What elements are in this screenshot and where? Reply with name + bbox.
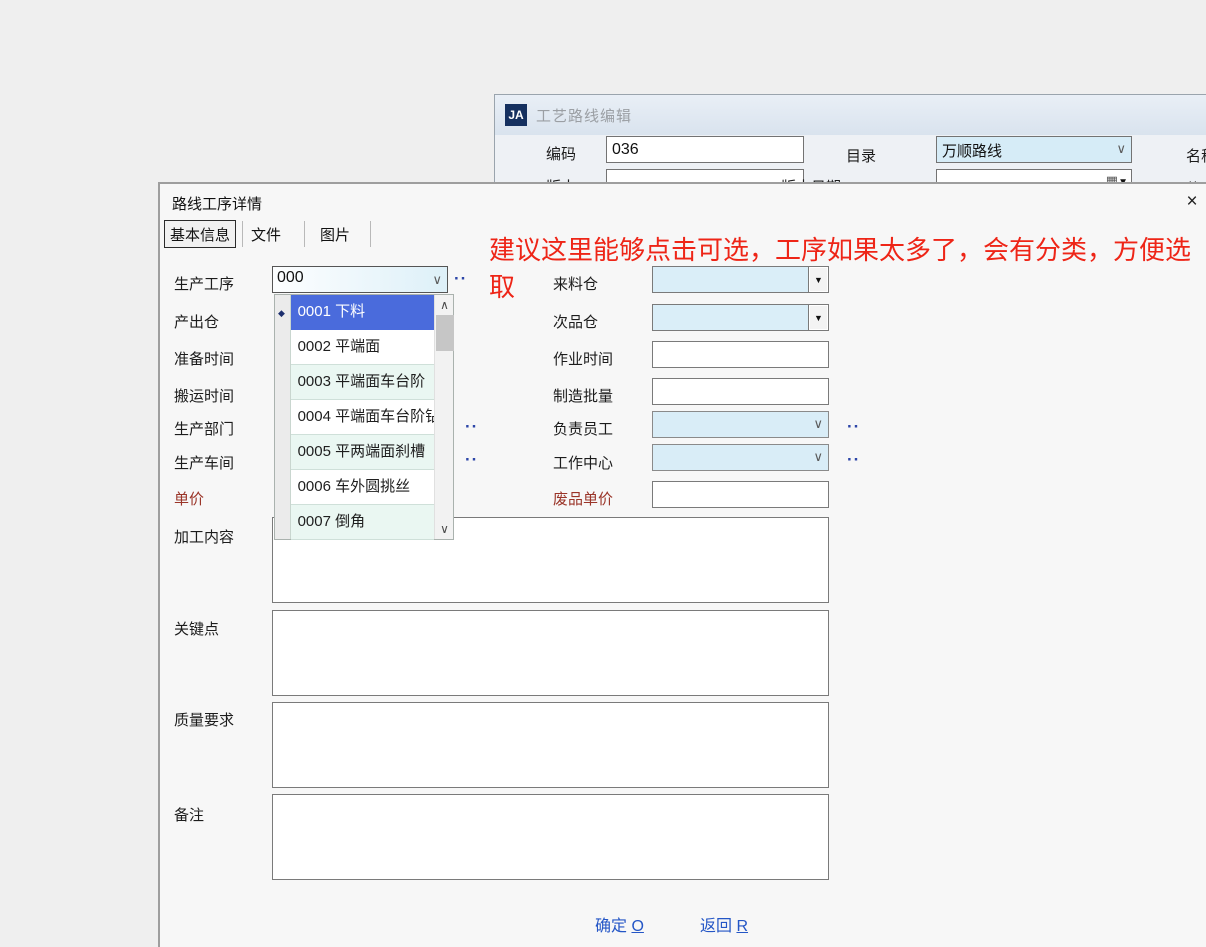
dropdown-scrollbar[interactable]: ∧ ∨ — [434, 295, 453, 539]
selected-row-marker-icon: ◆ — [278, 308, 285, 319]
dept-label: 生产部门 — [174, 418, 234, 439]
process-label: 生产工序 — [174, 273, 234, 294]
quality-textarea[interactable] — [272, 702, 829, 788]
ok-button[interactable]: 确定 O — [595, 912, 644, 936]
process-value: 000 — [277, 269, 304, 286]
batch-input[interactable] — [652, 378, 829, 405]
workcenter-combobox[interactable]: ∨ — [652, 444, 829, 471]
work-time-input[interactable] — [652, 341, 829, 368]
titlebar[interactable]: JA 工艺路线编辑 — [495, 95, 1206, 135]
window-title: 工艺路线编辑 — [536, 105, 632, 126]
chevron-down-icon[interactable]: ∨ — [813, 416, 823, 432]
back-button[interactable]: 返回 R — [700, 912, 748, 936]
output-store-label: 产出仓 — [174, 311, 219, 332]
defect-store-combobox[interactable]: ▼ — [652, 304, 829, 331]
workcenter-label: 工作中心 — [553, 452, 613, 473]
keypoint-label: 关键点 — [174, 618, 219, 639]
keypoint-textarea[interactable] — [272, 610, 829, 696]
tab-basic-info[interactable]: 基本信息 — [164, 220, 236, 248]
dept-browse-dots[interactable]: ·· — [465, 422, 478, 432]
close-icon[interactable]: × — [1180, 190, 1204, 214]
back-button-label: 返回 — [700, 918, 732, 935]
tab-separator — [304, 221, 305, 247]
scrap-price-input[interactable] — [652, 481, 829, 508]
dialog-title: 路线工序详情 — [172, 193, 262, 214]
name-label: 名称 — [1186, 145, 1206, 166]
staff-label: 负责员工 — [553, 418, 613, 439]
code-label: 编码 — [546, 143, 576, 164]
catalog-combobox[interactable]: 万顺路线 ∨ — [936, 136, 1132, 163]
move-time-label: 搬运时间 — [174, 385, 234, 406]
triangle-down-icon[interactable]: ▼ — [808, 305, 828, 330]
scrollbar-thumb[interactable] — [436, 315, 454, 351]
remark-textarea[interactable] — [272, 794, 829, 880]
incoming-store-combobox[interactable]: ▼ — [652, 266, 829, 293]
catalog-value: 万顺路线 — [942, 143, 1002, 160]
workshop-browse-dots[interactable]: ·· — [465, 455, 478, 465]
chevron-down-icon[interactable]: ∨ — [813, 449, 823, 465]
code-input[interactable]: 036 — [606, 136, 804, 163]
defect-store-label: 次品仓 — [553, 311, 598, 332]
content-label: 加工内容 — [174, 526, 234, 547]
tab-separator — [370, 221, 371, 247]
staff-combobox[interactable]: ∨ — [652, 411, 829, 438]
list-item[interactable]: 0007 倒角 — [291, 505, 434, 540]
process-dropdown-list: ◆ 0001 下料 0002 平端面 0003 平端面车台阶 0004 平端面车… — [274, 294, 454, 540]
triangle-down-icon[interactable]: ▼ — [808, 267, 828, 292]
tab-files[interactable]: 文件 — [246, 220, 286, 248]
list-item[interactable]: 0003 平端面车台阶 — [291, 365, 434, 400]
scrap-price-label: 废品单价 — [553, 488, 613, 509]
ok-button-label: 确定 — [595, 918, 627, 935]
process-combobox[interactable]: 000 ∨ — [272, 266, 448, 293]
chevron-down-icon[interactable]: ∨ — [1116, 141, 1126, 157]
process-browse-dots[interactable]: ·· — [454, 274, 467, 284]
list-item[interactable]: 0001 下料 — [291, 295, 434, 330]
workcenter-browse-dots[interactable]: ·· — [847, 455, 860, 465]
annotation-line1: 建议这里能够点击可选，工序如果太多了，会有分类，方便选 — [489, 230, 1191, 267]
list-item[interactable]: 0002 平端面 — [291, 330, 434, 365]
workshop-label: 生产车间 — [174, 452, 234, 473]
catalog-label: 目录 — [846, 145, 876, 166]
annotation-line2: 取 — [489, 267, 515, 304]
incoming-store-value — [653, 267, 658, 284]
list-item[interactable]: 0006 车外圆挑丝 — [291, 470, 434, 505]
quality-label: 质量要求 — [174, 709, 234, 730]
dropdown-gutter: ◆ — [275, 295, 291, 539]
unit-price-label: 单价 — [174, 488, 204, 509]
work-time-label: 作业时间 — [553, 348, 613, 369]
ok-button-key: O — [631, 918, 643, 935]
scroll-up-icon[interactable]: ∧ — [435, 295, 455, 315]
app-icon: JA — [505, 104, 527, 126]
defect-store-value — [653, 305, 658, 322]
screen: JA 工艺路线编辑 编码 036 目录 万顺路线 ∨ 名称 版本 版本日期 ▦▼… — [0, 0, 1206, 947]
tab-separator — [242, 221, 243, 247]
chevron-down-icon[interactable]: ∨ — [432, 272, 442, 288]
list-item[interactable]: 0004 平端面车台阶钻孔 — [291, 400, 434, 435]
incoming-store-label: 来料仓 — [553, 273, 598, 294]
dialog-route-step-detail: 路线工序详情 × 基本信息 文件 图片 建议这里能够点击可选，工序如果太多了，会… — [158, 182, 1206, 947]
batch-label: 制造批量 — [553, 385, 613, 406]
list-item[interactable]: 0005 平两端面刹槽 — [291, 435, 434, 470]
prep-time-label: 准备时间 — [174, 348, 234, 369]
remark-label: 备注 — [174, 804, 204, 825]
back-button-key: R — [736, 918, 748, 935]
scroll-down-icon[interactable]: ∨ — [435, 519, 455, 539]
tab-images[interactable]: 图片 — [315, 220, 355, 248]
staff-browse-dots[interactable]: ·· — [847, 422, 860, 432]
